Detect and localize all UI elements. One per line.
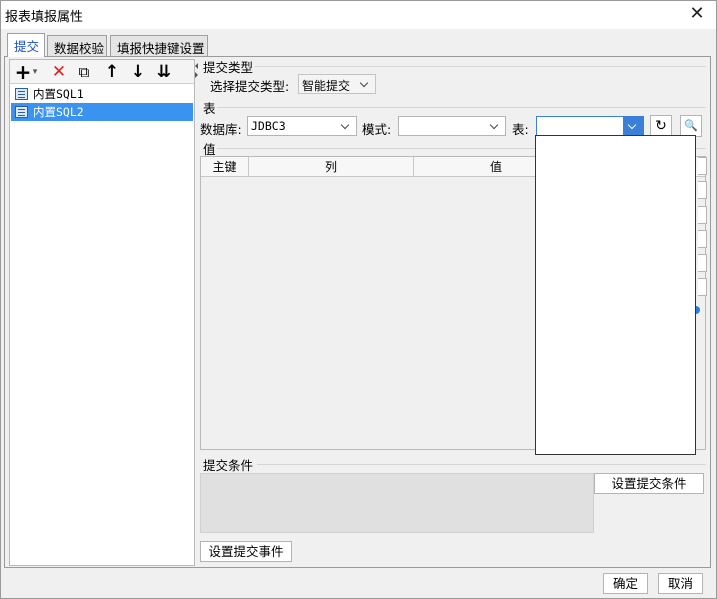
column-header-primary-key[interactable]: 主键 bbox=[201, 157, 249, 177]
condition-display-area bbox=[200, 473, 594, 533]
tab-data-validation[interactable]: 数据校验 bbox=[47, 35, 107, 57]
set-condition-button[interactable]: 设置提交条件 bbox=[594, 473, 704, 494]
tab-shortcut-settings[interactable]: 填报快捷键设置 bbox=[110, 35, 208, 57]
set-submit-event-button[interactable]: 设置提交事件 bbox=[200, 541, 292, 562]
condition-section-label: 提交条件 bbox=[203, 458, 254, 473]
chevron-down-icon bbox=[623, 117, 643, 135]
sql-item-label: 内置SQL2 bbox=[33, 105, 84, 119]
sql-list-panel: + ▾ ✕ ⧉ ↑ ↓ ⇊ 内置SQL1 内置SQL2 bbox=[9, 59, 195, 566]
sort-icon[interactable]: ⇊ bbox=[153, 61, 175, 83]
close-icon[interactable]: ✕ bbox=[686, 3, 708, 25]
database-table-icon bbox=[15, 106, 28, 118]
cancel-button[interactable]: 取消 bbox=[658, 573, 703, 594]
dialog-title: 报表填报属性 bbox=[5, 10, 84, 25]
title-bar: 报表填报属性 ✕ bbox=[1, 1, 716, 29]
copy-icon[interactable]: ⧉ bbox=[73, 61, 95, 83]
table-section-label: 表 bbox=[203, 101, 216, 116]
column-header-column[interactable]: 列 bbox=[249, 157, 414, 177]
collapse-left-icon[interactable] bbox=[195, 63, 198, 69]
delete-icon[interactable]: ✕ bbox=[48, 61, 70, 83]
database-table-icon bbox=[15, 88, 28, 100]
section-divider bbox=[255, 66, 706, 67]
submit-type-section-label: 提交类型 bbox=[203, 60, 254, 75]
refresh-icon[interactable]: ↻ bbox=[650, 115, 672, 137]
move-up-icon[interactable]: ↑ bbox=[101, 61, 123, 83]
hidden-button-edge[interactable] bbox=[698, 230, 707, 248]
tab-submit[interactable]: 提交 bbox=[7, 33, 45, 57]
submit-type-label: 选择提交类型: bbox=[210, 79, 290, 94]
database-select[interactable]: JDBC3 bbox=[247, 116, 357, 136]
table-dropdown-list[interactable] bbox=[535, 135, 696, 455]
sql-list-item-1[interactable]: 内置SQL1 bbox=[11, 85, 193, 103]
ok-button[interactable]: 确定 bbox=[603, 573, 648, 594]
hidden-button-edge[interactable] bbox=[698, 254, 707, 272]
chevron-down-icon bbox=[355, 75, 375, 93]
chevron-down-icon bbox=[336, 117, 356, 135]
schema-label: 模式: bbox=[362, 122, 392, 137]
move-down-icon[interactable]: ↓ bbox=[127, 61, 149, 83]
table-label: 表: bbox=[512, 122, 529, 137]
sql-item-label: 内置SQL1 bbox=[33, 87, 84, 101]
add-menu-chevron-icon[interactable]: ▾ bbox=[29, 61, 41, 83]
section-divider bbox=[257, 464, 706, 465]
submit-type-select[interactable]: 智能提交 bbox=[298, 74, 376, 94]
database-label: 数据库: bbox=[200, 122, 242, 137]
section-divider bbox=[217, 107, 706, 108]
schema-select[interactable] bbox=[398, 116, 506, 136]
preview-icon[interactable]: 🔍 bbox=[680, 115, 702, 137]
table-select[interactable] bbox=[536, 116, 644, 136]
hidden-button-edge[interactable] bbox=[698, 206, 707, 224]
sql-toolbar: + ▾ ✕ ⧉ ↑ ↓ ⇊ bbox=[10, 60, 194, 84]
collapse-right-icon[interactable] bbox=[195, 72, 198, 78]
submit-tab-panel: + ▾ ✕ ⧉ ↑ ↓ ⇊ 内置SQL1 内置SQL2 提交类型 选择提交类型:… bbox=[4, 56, 711, 568]
hidden-button-edge[interactable] bbox=[698, 278, 707, 296]
panel-splitter[interactable] bbox=[195, 59, 199, 566]
sql-list-item-2[interactable]: 内置SQL2 bbox=[11, 103, 193, 121]
chevron-down-icon bbox=[485, 117, 505, 135]
hidden-button-edge[interactable] bbox=[698, 157, 707, 175]
dialog-window: 报表填报属性 ✕ 提交 数据校验 填报快捷键设置 + ▾ ✕ ⧉ ↑ ↓ ⇊ 内… bbox=[0, 0, 717, 599]
hidden-button-edge[interactable] bbox=[698, 181, 707, 199]
